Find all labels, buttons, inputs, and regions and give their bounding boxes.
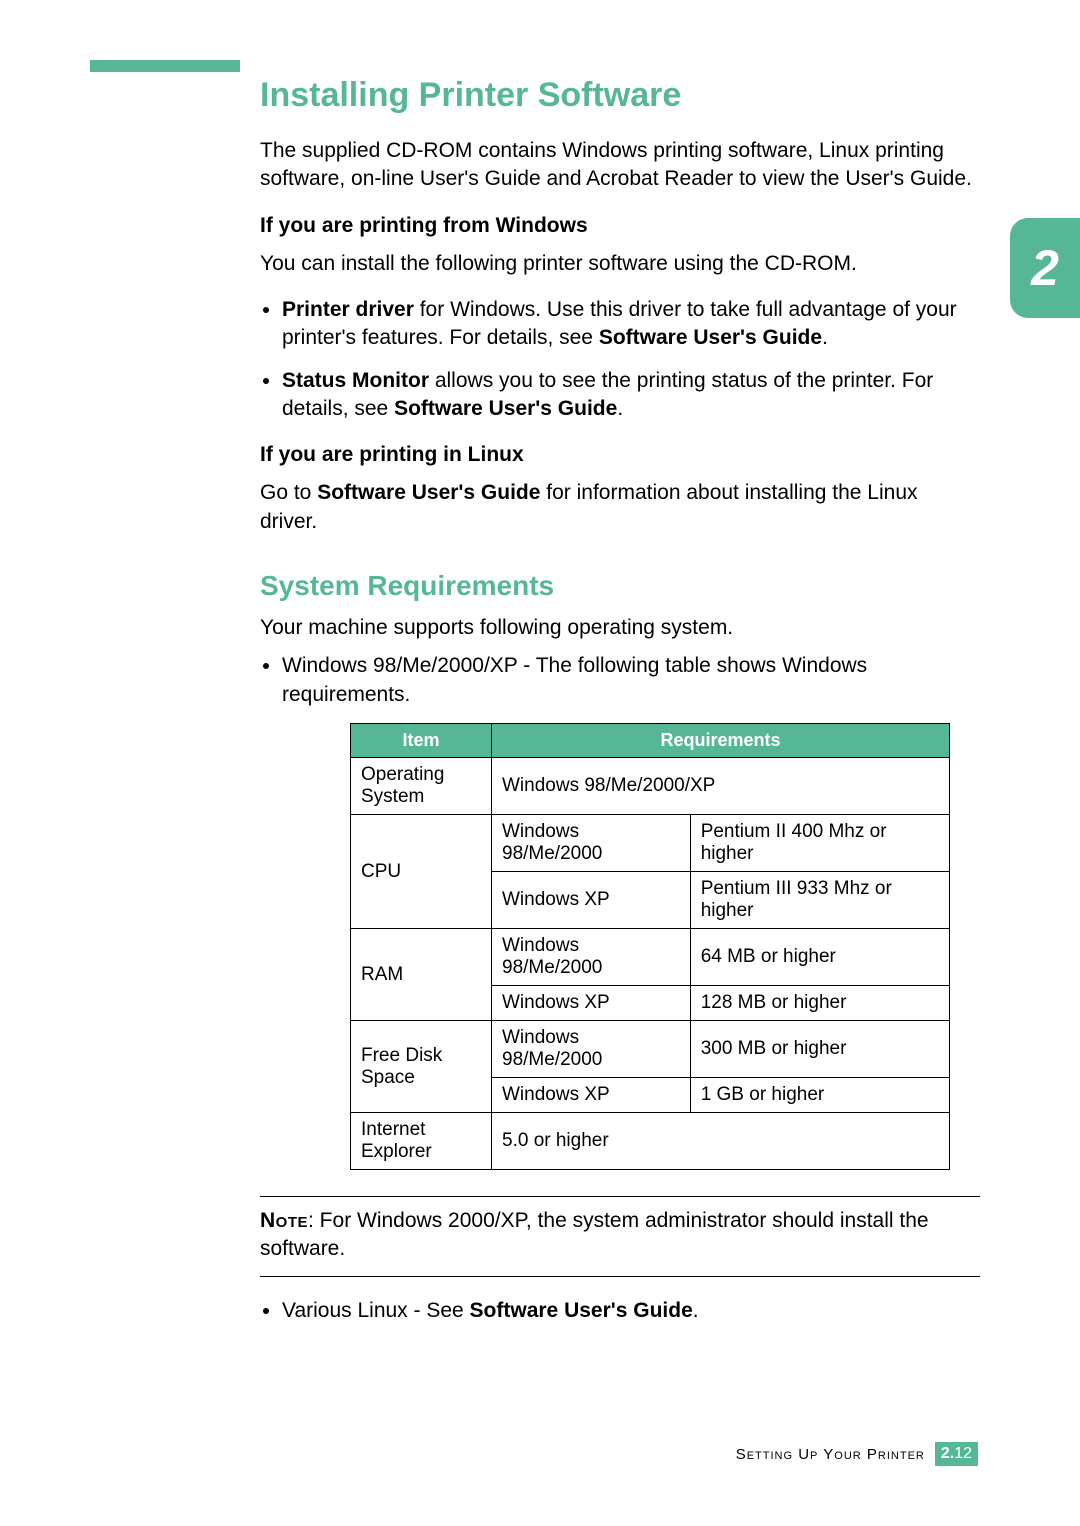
page-footer: Setting Up Your Printer 2.12 <box>736 1442 978 1466</box>
bullet-tail: . <box>822 326 828 349</box>
th-item: Item <box>351 724 492 758</box>
content-area: Installing Printer Software The supplied… <box>260 76 980 1343</box>
linux-paragraph: Go to Software User's Guide for informat… <box>260 479 980 536</box>
requirements-table: Item Requirements Operating System Windo… <box>350 723 950 1170</box>
windows-bullet-list: Printer driver for Windows. Use this dri… <box>260 296 980 423</box>
bullet-tail: . <box>617 397 623 420</box>
windows-lead: You can install the following printer so… <box>260 250 980 278</box>
cell-os: Windows 98/Me/2000 <box>492 1021 691 1078</box>
bullet-bold-ref: Software User's Guide <box>394 397 617 420</box>
page-number-badge: 2.12 <box>935 1442 978 1466</box>
table-row: Internet Explorer 5.0 or higher <box>351 1113 950 1170</box>
note-label: Note <box>260 1209 308 1232</box>
cell-item: Internet Explorer <box>351 1113 492 1170</box>
cell-os: Windows 98/Me/2000 <box>492 815 691 872</box>
windows-bullet-2: Status Monitor allows you to see the pri… <box>282 367 980 424</box>
note-text: : For Windows 2000/XP, the system admini… <box>260 1209 929 1260</box>
note-block: Note: For Windows 2000/XP, the system ad… <box>260 1196 980 1277</box>
cell-item: RAM <box>351 929 492 1021</box>
cell-os: Windows 98/Me/2000 <box>492 929 691 986</box>
page: 2 Installing Printer Software The suppli… <box>0 0 1080 1526</box>
linux-bullet-pre: Various Linux - See <box>282 1299 470 1322</box>
linux-bold-ref: Software User's Guide <box>317 481 540 504</box>
page-suffix: 12 <box>954 1445 972 1462</box>
sysreq-heading: System Requirements <box>260 570 980 602</box>
chapter-number: 2 <box>1031 239 1059 297</box>
sysreq-lead: Your machine supports following operatin… <box>260 614 980 642</box>
cell-req: 5.0 or higher <box>492 1113 950 1170</box>
cell-os: Windows XP <box>492 872 691 929</box>
table-row: Free Disk Space Windows 98/Me/2000 300 M… <box>351 1021 950 1078</box>
windows-bullet-1: Printer driver for Windows. Use this dri… <box>282 296 980 353</box>
bullet-bold: Status Monitor <box>282 369 429 392</box>
table-header-row: Item Requirements <box>351 724 950 758</box>
linux-pre: Go to <box>260 481 317 504</box>
linux-bullet-bold: Software User's Guide <box>470 1299 693 1322</box>
table-row: RAM Windows 98/Me/2000 64 MB or higher <box>351 929 950 986</box>
bullet-bold-ref: Software User's Guide <box>599 326 822 349</box>
cell-spec: 64 MB or higher <box>690 929 949 986</box>
intro-paragraph: The supplied CD-ROM contains Windows pri… <box>260 137 980 194</box>
cell-spec: 300 MB or higher <box>690 1021 949 1078</box>
cell-spec: Pentium II 400 Mhz or higher <box>690 815 949 872</box>
cell-spec: 128 MB or higher <box>690 986 949 1021</box>
linux-bullet-list: Various Linux - See Software User's Guid… <box>260 1297 980 1325</box>
cell-req: Windows 98/Me/2000/XP <box>492 758 950 815</box>
cell-os: Windows XP <box>492 1078 691 1113</box>
cell-spec: 1 GB or higher <box>690 1078 949 1113</box>
windows-heading: If you are printing from Windows <box>260 214 980 238</box>
th-req: Requirements <box>492 724 950 758</box>
header-accent-bar <box>90 60 240 72</box>
table-row: Operating System Windows 98/Me/2000/XP <box>351 758 950 815</box>
cell-item: Free Disk Space <box>351 1021 492 1113</box>
chapter-tab: 2 <box>1010 218 1080 318</box>
page-prefix: 2. <box>941 1445 954 1462</box>
footer-section: Setting Up Your Printer <box>736 1446 925 1463</box>
linux-various-bullet: Various Linux - See Software User's Guid… <box>282 1297 980 1325</box>
cell-os: Windows XP <box>492 986 691 1021</box>
cell-spec: Pentium III 933 Mhz or higher <box>690 872 949 929</box>
linux-heading: If you are printing in Linux <box>260 443 980 467</box>
linux-bullet-post: . <box>693 1299 699 1322</box>
cell-item: CPU <box>351 815 492 929</box>
bullet-bold: Printer driver <box>282 298 414 321</box>
sysreq-bullet: Windows 98/Me/2000/XP - The following ta… <box>282 652 980 709</box>
page-title: Installing Printer Software <box>260 76 980 115</box>
table-row: CPU Windows 98/Me/2000 Pentium II 400 Mh… <box>351 815 950 872</box>
cell-item: Operating System <box>351 758 492 815</box>
sysreq-bullet-list: Windows 98/Me/2000/XP - The following ta… <box>260 652 980 709</box>
